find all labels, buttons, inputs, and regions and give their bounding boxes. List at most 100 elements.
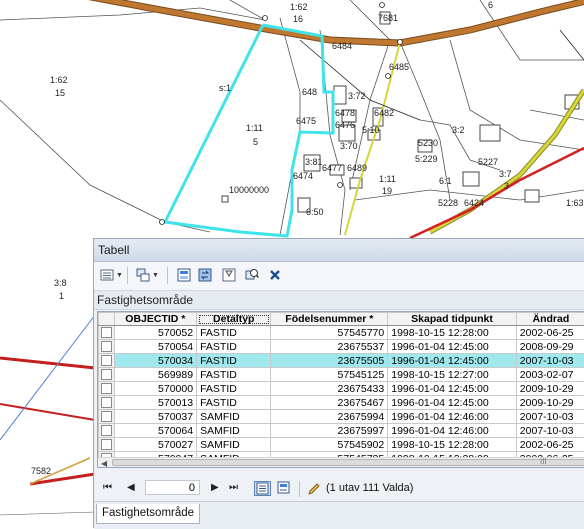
- cell-andrad[interactable]: 2007-10-03: [516, 410, 584, 424]
- table-row[interactable]: 570052FASTID575457701998-10-15 12:28:002…: [99, 326, 584, 340]
- row-selector[interactable]: [99, 354, 115, 368]
- row-selector-box[interactable]: [101, 411, 112, 422]
- column-header-andrad[interactable]: Ändrad: [516, 313, 584, 326]
- first-record-button[interactable]: ⏮: [103, 482, 112, 493]
- cell-skapad[interactable]: 1998-10-15 12:28:00: [388, 326, 517, 340]
- cell-objectid[interactable]: 570013: [114, 396, 196, 410]
- cell-skapad[interactable]: 1996-01-04 12:45:00: [388, 396, 517, 410]
- clear-selection-button[interactable]: [222, 267, 236, 283]
- row-selector[interactable]: [99, 382, 115, 396]
- cell-andrad[interactable]: 2002-06-25: [516, 438, 584, 452]
- window-titlebar[interactable]: Tabell: [94, 239, 584, 262]
- row-selector[interactable]: [99, 340, 115, 354]
- table-row[interactable]: 570000FASTID236754331996-01-04 12:45:002…: [99, 382, 584, 396]
- cell-detaltyp[interactable]: FASTID: [197, 396, 271, 410]
- cell-fodelsenummer[interactable]: 57545770: [271, 326, 388, 340]
- row-selector[interactable]: [99, 368, 115, 382]
- row-selector-box[interactable]: [101, 439, 112, 450]
- row-selector[interactable]: [99, 438, 115, 452]
- cell-andrad[interactable]: 2007-10-03: [516, 424, 584, 438]
- column-header-objectid[interactable]: OBJECTID *: [114, 313, 196, 326]
- show-selected-records-button[interactable]: [276, 481, 293, 496]
- cell-andrad[interactable]: 2003-02-07: [516, 368, 584, 382]
- cell-objectid[interactable]: 569989: [114, 368, 196, 382]
- pencil-icon[interactable]: [307, 482, 321, 496]
- next-record-button[interactable]: ▶: [211, 482, 219, 493]
- row-selector-box[interactable]: [101, 397, 112, 408]
- cell-skapad[interactable]: 1996-01-04 12:46:00: [388, 410, 517, 424]
- row-selector[interactable]: [99, 326, 115, 340]
- previous-record-button[interactable]: ◀: [127, 482, 135, 493]
- row-selector-box[interactable]: [101, 383, 112, 394]
- cell-fodelsenummer[interactable]: 23675433: [271, 382, 388, 396]
- cell-fodelsenummer[interactable]: 23675537: [271, 340, 388, 354]
- tab-fastighetsomrade[interactable]: Fastighetsområde: [96, 504, 200, 524]
- cell-fodelsenummer[interactable]: 23675994: [271, 410, 388, 424]
- cell-objectid[interactable]: 570064: [114, 424, 196, 438]
- row-selector-box[interactable]: [101, 355, 112, 366]
- cell-objectid[interactable]: 570027: [114, 438, 196, 452]
- table-row[interactable]: 570054FASTID236755371996-01-04 12:45:002…: [99, 340, 584, 354]
- cell-fodelsenummer[interactable]: 57545125: [271, 368, 388, 382]
- cell-fodelsenummer[interactable]: 23675505: [271, 354, 388, 368]
- cell-objectid[interactable]: 570000: [114, 382, 196, 396]
- cell-fodelsenummer[interactable]: 57545902: [271, 438, 388, 452]
- cell-skapad[interactable]: 1996-01-04 12:45:00: [388, 354, 517, 368]
- row-selector-box[interactable]: [101, 369, 112, 380]
- row-selector[interactable]: [99, 396, 115, 410]
- column-header-selector[interactable]: [99, 313, 115, 326]
- attribute-table[interactable]: OBJECTID * Detaltyp Födelsenummer * Skap…: [97, 311, 584, 468]
- table-row[interactable]: 570064SAMFID236759971996-01-04 12:46:002…: [99, 424, 584, 438]
- last-record-button[interactable]: ⏭: [229, 482, 238, 493]
- row-selector-box[interactable]: [101, 425, 112, 436]
- cell-andrad[interactable]: 2007-10-03: [516, 354, 584, 368]
- cell-andrad[interactable]: 2008-09-29: [516, 340, 584, 354]
- cell-skapad[interactable]: 1998-10-15 12:27:00: [388, 368, 517, 382]
- cell-objectid[interactable]: 570052: [114, 326, 196, 340]
- row-selector-box[interactable]: [101, 327, 112, 338]
- cell-fodelsenummer[interactable]: 23675997: [271, 424, 388, 438]
- cell-fodelsenummer[interactable]: 23675467: [271, 396, 388, 410]
- cell-objectid[interactable]: 570054: [114, 340, 196, 354]
- cell-skapad[interactable]: 1996-01-04 12:45:00: [388, 382, 517, 396]
- cell-andrad[interactable]: 2002-06-25: [516, 326, 584, 340]
- zoom-to-selected-button[interactable]: [245, 267, 259, 283]
- cell-andrad[interactable]: 2009-10-29: [516, 382, 584, 396]
- scroll-left-icon[interactable]: ◀: [101, 459, 107, 468]
- delete-selected-button[interactable]: [268, 267, 282, 283]
- cell-objectid[interactable]: 570037: [114, 410, 196, 424]
- cell-skapad[interactable]: 1996-01-04 12:46:00: [388, 424, 517, 438]
- related-tables-button[interactable]: ▼: [136, 267, 159, 283]
- select-by-attributes-button[interactable]: [177, 267, 191, 283]
- cell-andrad[interactable]: 2009-10-29: [516, 396, 584, 410]
- cell-detaltyp[interactable]: SAMFID: [197, 438, 271, 452]
- table-row[interactable]: 570034FASTID236755051996-01-04 12:45:002…: [99, 354, 584, 368]
- cell-objectid[interactable]: 570034: [114, 354, 196, 368]
- table-row[interactable]: 570037SAMFID236759941996-01-04 12:46:002…: [99, 410, 584, 424]
- horizontal-scrollbar[interactable]: ◀ III: [98, 457, 584, 468]
- table-row[interactable]: 569989FASTID575451251998-10-15 12:27:002…: [99, 368, 584, 382]
- column-header-skapad[interactable]: Skapad tidpunkt: [388, 313, 517, 326]
- table-tab-bar: Fastighetsområde: [94, 501, 584, 529]
- cell-detaltyp[interactable]: FASTID: [197, 354, 271, 368]
- scrollbar-thumb[interactable]: [112, 459, 584, 466]
- cell-detaltyp[interactable]: SAMFID: [197, 424, 271, 438]
- table-options-button[interactable]: ▼: [100, 267, 123, 283]
- row-selector-box[interactable]: [101, 341, 112, 352]
- record-number-input[interactable]: 0: [145, 480, 200, 495]
- cell-skapad[interactable]: 1996-01-04 12:45:00: [388, 340, 517, 354]
- column-header-detaltyp[interactable]: Detaltyp: [197, 313, 271, 326]
- row-selector[interactable]: [99, 424, 115, 438]
- row-selector[interactable]: [99, 410, 115, 424]
- cell-detaltyp[interactable]: FASTID: [197, 382, 271, 396]
- table-row[interactable]: 570013FASTID236754671996-01-04 12:45:002…: [99, 396, 584, 410]
- switch-selection-button[interactable]: [198, 267, 212, 283]
- column-header-fodelsenummer[interactable]: Födelsenummer *: [271, 313, 388, 326]
- cell-detaltyp[interactable]: FASTID: [197, 326, 271, 340]
- cell-detaltyp[interactable]: FASTID: [197, 368, 271, 382]
- cell-detaltyp[interactable]: SAMFID: [197, 410, 271, 424]
- show-all-records-button[interactable]: [254, 481, 271, 496]
- cell-detaltyp[interactable]: FASTID: [197, 340, 271, 354]
- table-row[interactable]: 570027SAMFID575459021998-10-15 12:28:002…: [99, 438, 584, 452]
- cell-skapad[interactable]: 1998-10-15 12:28:00: [388, 438, 517, 452]
